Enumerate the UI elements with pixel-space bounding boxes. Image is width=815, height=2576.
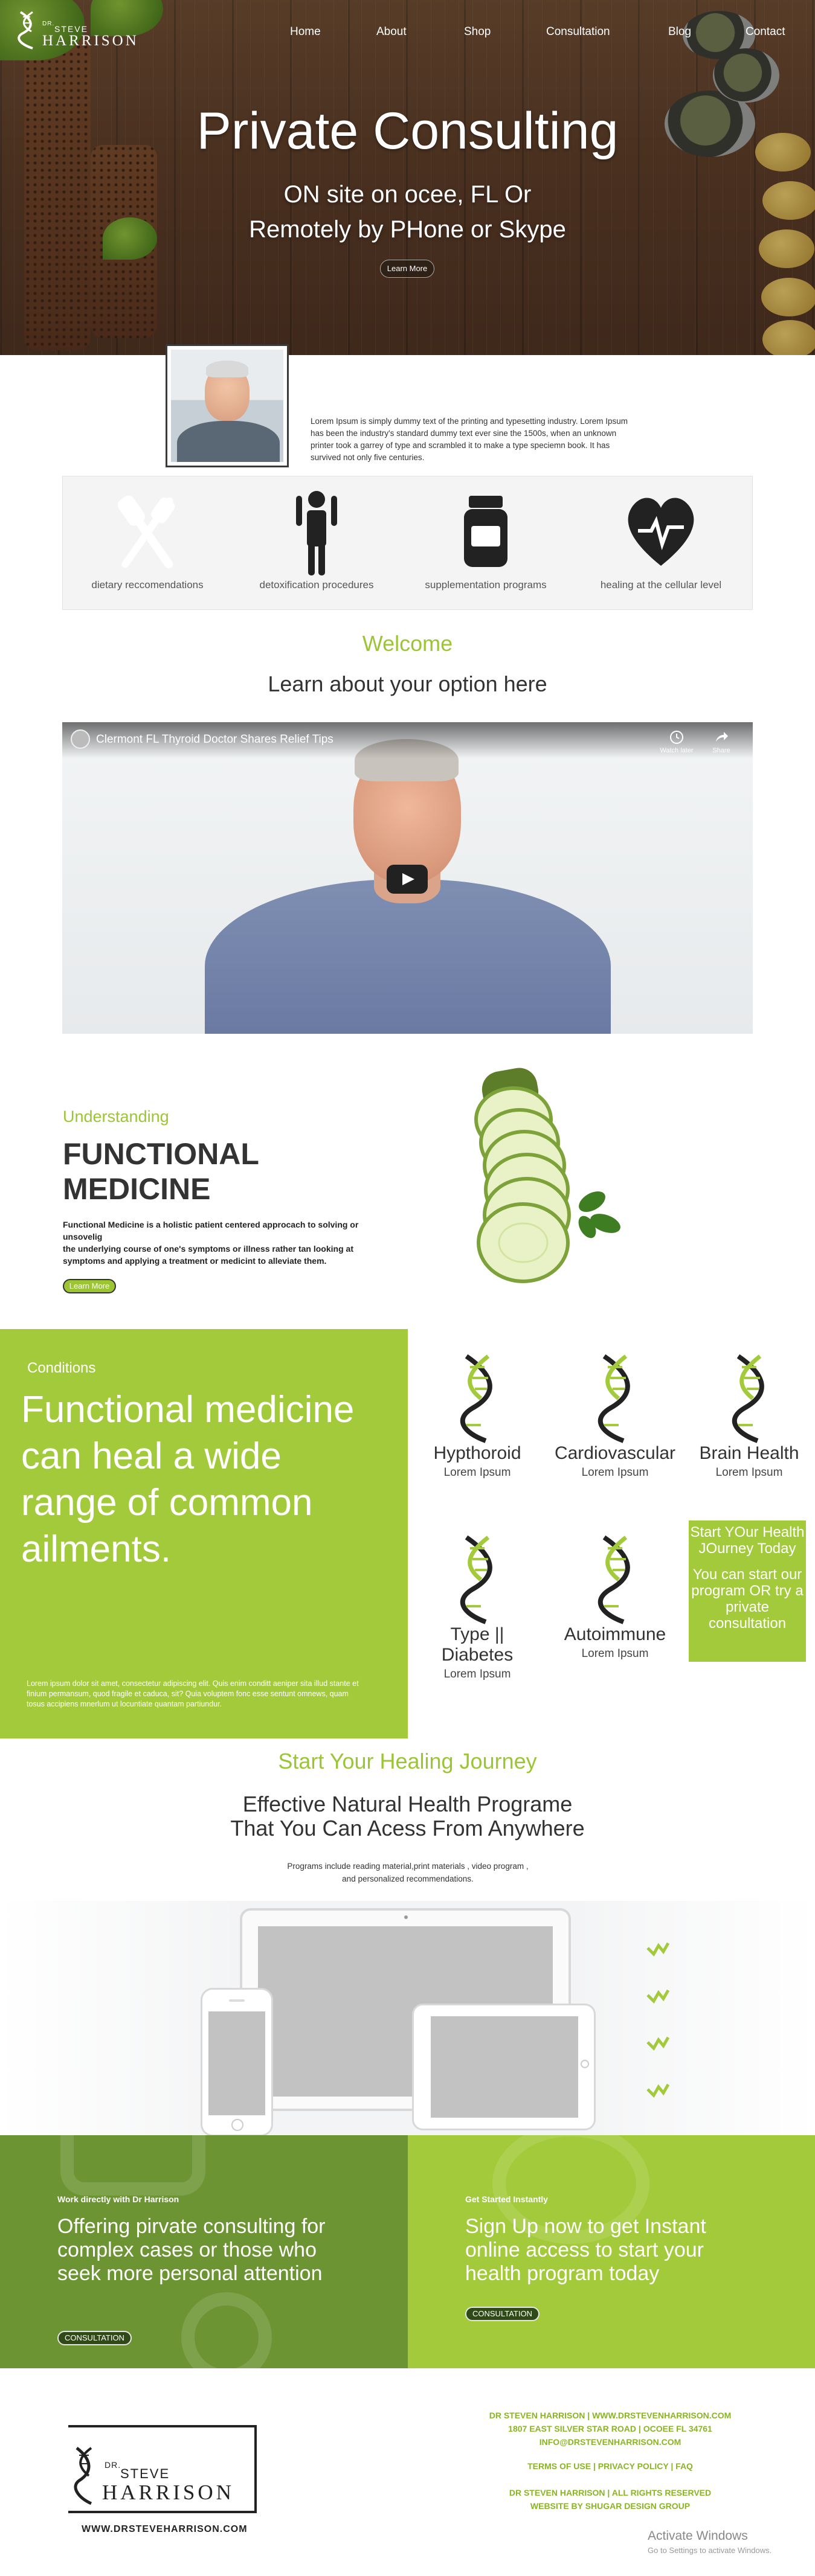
- understanding-learn-more-button[interactable]: Learn More: [63, 1279, 116, 1293]
- condition-type-2-diabetes[interactable]: Type || Diabetes Lorem Ipsum: [411, 1534, 544, 1681]
- nav-about[interactable]: About: [376, 25, 407, 39]
- condition-autoimmune[interactable]: Autoimmune Lorem Ipsum: [549, 1534, 681, 1661]
- video-player[interactable]: Clermont FL Thyroid Doctor Shares Relief…: [62, 722, 753, 1034]
- signup-kicker: Get Started Instantly: [465, 2194, 548, 2204]
- service-label: detoxification procedures: [259, 579, 374, 591]
- healing-title: Start Your Healing Journey: [278, 1749, 537, 1773]
- share-icon: [716, 732, 728, 742]
- footer-email[interactable]: INFO@DRSTEVENHARRISON.COM: [471, 2436, 749, 2449]
- condition-cardiovascular[interactable]: Cardiovascular Lorem Ipsum: [549, 1353, 681, 1479]
- check-icon: [646, 2083, 669, 2098]
- healing-text: Programs include reading material,print …: [287, 1862, 529, 1883]
- watch-later-button[interactable]: Watch later: [656, 729, 698, 754]
- play-button[interactable]: [387, 865, 428, 894]
- service-label: supplementation programs: [425, 579, 547, 591]
- phone-mockup: [201, 1988, 273, 2136]
- activate-windows-subtitle: Go to Settings to activate Windows.: [648, 2546, 772, 2555]
- hero-subtitle-2: Remotely by PHone or Skype: [249, 216, 566, 243]
- nav-home[interactable]: Home: [290, 25, 321, 39]
- dna-icon: [460, 1354, 492, 1443]
- understanding-text: Functional Medicine is a holistic patien…: [63, 1220, 359, 1266]
- clock-icon: [670, 731, 683, 744]
- dna-icon: [598, 1354, 630, 1443]
- footer-links[interactable]: TERMS OF USE | PRIVACY POLICY | FAQ: [471, 2460, 749, 2473]
- supplement-bottle-icon: [464, 496, 507, 567]
- check-icon: [646, 1942, 669, 1956]
- conditions-label: Conditions: [27, 1360, 96, 1376]
- service-dietary[interactable]: dietary reccomendations: [69, 476, 226, 610]
- service-cellular[interactable]: healing at the cellular level: [582, 476, 739, 610]
- main-nav: Home About Shop Consultation Blog Contac…: [0, 25, 815, 40]
- consultation-button-right[interactable]: CONSULTATION: [465, 2307, 540, 2321]
- share-button[interactable]: Share: [706, 729, 736, 754]
- hero-learn-more-button[interactable]: Learn More: [380, 260, 434, 278]
- start-journey-cta[interactable]: Start YOur Health JOurney Today You can …: [689, 1520, 806, 1662]
- video-title[interactable]: Clermont FL Thyroid Doctor Shares Relief…: [96, 733, 333, 746]
- consultation-button-left[interactable]: CONSULTATION: [57, 2331, 132, 2345]
- hero-section: DR. STEVE HARRISON Home About Shop Consu…: [0, 0, 815, 355]
- cucumber-image: [474, 1068, 620, 1283]
- condition-hypothyroid[interactable]: Hypthoroid Lorem Ipsum: [411, 1353, 544, 1479]
- footer-rights: DR STEVEN HARRISON | ALL RIGHTS RESERVED: [509, 2488, 712, 2498]
- footer-company-line: DR STEVEN HARRISON | WWW.DRSTEVENHARRISO…: [489, 2411, 732, 2420]
- welcome-subtitle: Learn about your option here: [268, 671, 547, 696]
- dna-icon: [732, 1354, 764, 1443]
- signup-heading: Sign Up now to get Instant online access…: [465, 2215, 706, 2285]
- heart-pulse-icon: [628, 498, 694, 566]
- dna-logo-icon: [74, 2447, 92, 2505]
- footer-address: 1807 EAST SILVER STAR ROAD | OCOEE FL 34…: [508, 2424, 712, 2433]
- service-supplementation[interactable]: supplementation programs: [407, 476, 564, 610]
- footer-logo[interactable]: DR. STEVE HARRISON: [68, 2425, 257, 2522]
- fork-knife-icon: [117, 495, 175, 569]
- activate-windows-title: Activate Windows: [648, 2529, 748, 2543]
- tablet-mockup: [412, 2004, 596, 2130]
- channel-avatar[interactable]: [71, 729, 90, 749]
- dna-icon: [598, 1535, 630, 1624]
- check-icon: [646, 2036, 669, 2051]
- footer-credit: WEBSITE BY SHUGAR DESIGN GROUP: [530, 2501, 691, 2511]
- service-label: dietary reccomendations: [91, 579, 204, 591]
- nav-consultation[interactable]: Consultation: [546, 25, 610, 39]
- welcome-title: Welcome: [362, 631, 453, 656]
- check-icon: [646, 1989, 669, 2004]
- consulting-heading: Offering pirvate consulting for complex …: [57, 2215, 326, 2285]
- nav-contact[interactable]: Contact: [746, 25, 785, 39]
- conditions-text: Lorem ipsum dolor sit amet, consectetur …: [27, 1679, 359, 1708]
- condition-brain-health[interactable]: Brain Health Lorem Ipsum: [683, 1353, 815, 1479]
- nav-shop[interactable]: Shop: [464, 25, 491, 39]
- hero-title: Private Consulting: [196, 102, 619, 160]
- service-detox[interactable]: detoxification procedures: [238, 476, 395, 610]
- footer-website-url[interactable]: WWW.DRSTEVEHARRISON.COM: [82, 2524, 248, 2535]
- healing-subtitle: Effective Natural Health Programe That Y…: [230, 1792, 585, 1841]
- dna-icon: [460, 1535, 492, 1624]
- understanding-title: FUNCTIONAL MEDICINE: [63, 1137, 259, 1206]
- conditions-title: Functional medicine can heal a wide rang…: [21, 1389, 355, 1570]
- meet-title: Meet Dr.Harrison: [311, 367, 503, 395]
- person-arms-up-icon: [296, 491, 337, 575]
- consulting-kicker: Work directly with Dr Harrison: [57, 2194, 179, 2204]
- understanding-label: Understanding: [63, 1107, 169, 1126]
- hero-subtitle-1: ON site on ocee, FL Or: [283, 181, 532, 208]
- service-label: healing at the cellular level: [600, 579, 722, 591]
- doctor-photo: [166, 344, 289, 467]
- services-bar: dietary reccomendations detoxification p…: [62, 476, 753, 610]
- meet-text: Lorem Ipsum is simply dummy text of the …: [311, 417, 628, 462]
- nav-blog[interactable]: Blog: [668, 25, 691, 39]
